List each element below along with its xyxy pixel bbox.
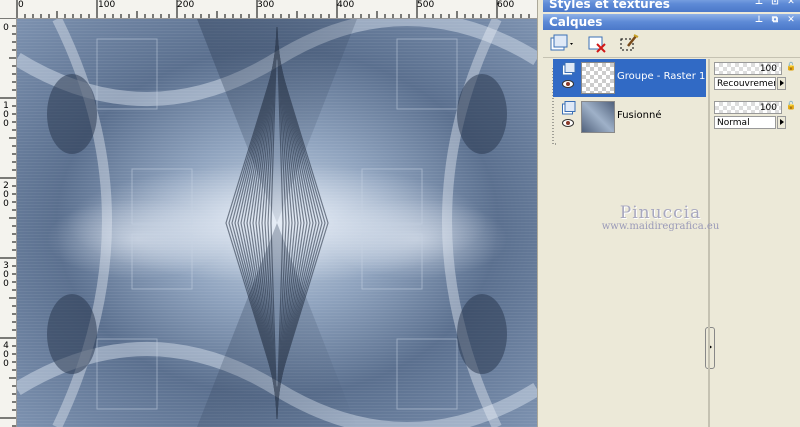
layer-row-fusionne[interactable]: Fusionné <box>553 98 706 136</box>
delete-layer-button[interactable] <box>587 34 607 54</box>
vruler-label-200: 200 <box>3 181 9 209</box>
lock-icon[interactable]: 🔓 <box>786 62 796 72</box>
blend-dropdown-arrow[interactable] <box>777 116 786 129</box>
layer-list: Groupe - Raster 1 Fusionné <box>551 59 715 427</box>
pin-icon[interactable]: ⊥ <box>754 15 764 25</box>
ruler-label-600: 600 <box>497 0 515 10</box>
styles-panel-title: Styles et textures <box>549 0 670 11</box>
pin-icon[interactable]: ⊥ <box>754 0 764 7</box>
watermark-name: Pinuccia <box>619 203 702 223</box>
blend-dropdown-arrow[interactable] <box>777 77 786 90</box>
ruler-label-100: 100 <box>98 0 116 10</box>
watermark-url: www.maidiregrafica.eu <box>601 221 720 232</box>
ruler-label-500: 500 <box>417 0 435 10</box>
vruler-label-100: 100 <box>3 101 9 129</box>
styles-panel-titlebar[interactable]: Styles et textures ⊥ ⊡ ✕ <box>543 0 800 12</box>
restore-icon[interactable]: ⧉ <box>770 15 780 25</box>
eye-icon[interactable] <box>562 80 574 88</box>
layers-panel-title: Calques <box>549 15 603 29</box>
eye-icon[interactable] <box>562 119 574 127</box>
new-layer-button[interactable] <box>549 34 573 54</box>
group-icon <box>562 62 576 76</box>
canvas-artwork <box>17 19 537 427</box>
opacity-slider[interactable]: 100 <box>714 101 782 114</box>
close-icon[interactable]: ✕ <box>786 0 796 7</box>
layer-name: Fusionné <box>617 110 662 121</box>
layer-row-groupe-raster-1[interactable]: Groupe - Raster 1 <box>553 59 706 97</box>
blend-mode-select[interactable]: Recouvrement <box>714 77 776 90</box>
vruler-label-300: 300 <box>3 261 9 289</box>
layer-properties: 100 🔓 Recouvrement 100 🔓 Normal <box>708 59 800 427</box>
horizontal-ruler: 0 100 200 300 400 500 600 <box>0 0 537 19</box>
vertical-ruler: 0 100 200 300 400 <box>0 18 17 427</box>
watermark: Pinuccia www.maidiregrafica.eu <box>598 203 723 232</box>
vruler-label-400: 400 <box>3 341 9 369</box>
ruler-label-400: 400 <box>337 0 355 10</box>
new-layer-icon <box>550 34 573 51</box>
opacity-slider[interactable]: 100 <box>714 62 782 75</box>
close-icon[interactable]: ✕ <box>786 15 796 25</box>
layer-thumbnail <box>581 101 615 133</box>
layers-toolbar <box>543 31 800 58</box>
restore-icon[interactable]: ⊡ <box>770 0 780 7</box>
delete-layer-icon <box>588 36 606 53</box>
lock-icon[interactable]: 🔓 <box>786 101 796 111</box>
edit-selection-button[interactable] <box>619 34 639 54</box>
ruler-label-0: 0 <box>18 0 24 10</box>
edit-selection-icon <box>620 34 639 51</box>
layers-panel-titlebar[interactable]: Calques ⊥ ⧉ ✕ <box>543 14 800 30</box>
ruler-label-200: 200 <box>177 0 195 10</box>
image-canvas[interactable] <box>17 19 537 427</box>
raster-icon <box>562 101 576 115</box>
ruler-label-300: 300 <box>257 0 275 10</box>
layer-name: Groupe - Raster 1 <box>617 71 706 82</box>
blend-mode-select[interactable]: Normal <box>714 116 776 129</box>
layer-thumbnail <box>581 62 615 94</box>
vruler-label-0: 0 <box>3 23 9 33</box>
